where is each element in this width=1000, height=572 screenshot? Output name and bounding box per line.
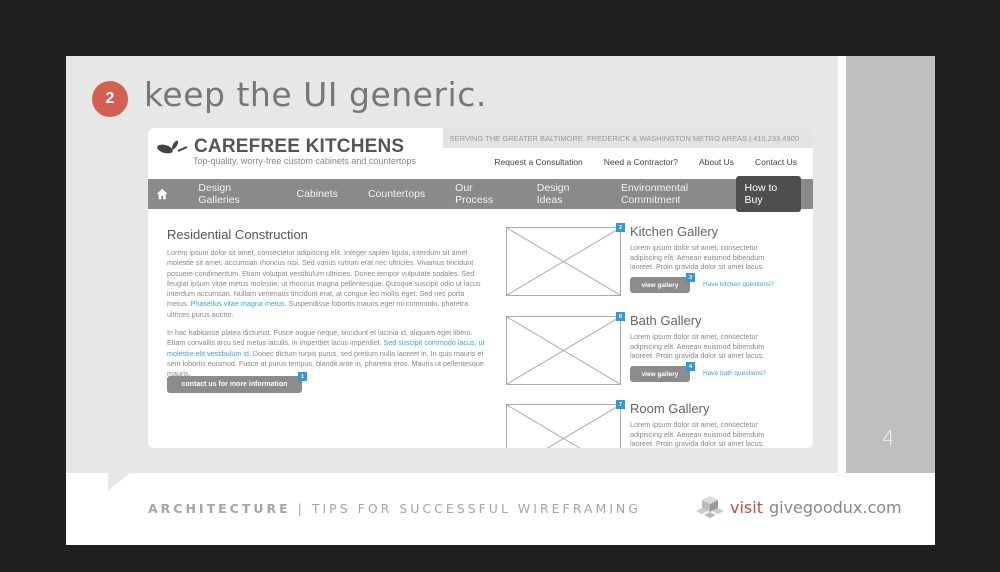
cubes-logo-icon (696, 496, 724, 518)
annotation-badge: 7 (616, 400, 625, 409)
image-placeholder (506, 316, 621, 385)
leaf-logo-icon (157, 140, 188, 154)
annotation-badge: 1 (298, 372, 307, 381)
nav-countertops[interactable]: Countertops (368, 188, 425, 200)
gallery-title: Bath Gallery (630, 313, 702, 328)
step-badge: 2 (92, 81, 128, 117)
utility-nav: Request a Consultation Need a Contractor… (494, 157, 797, 167)
main-nav: Design Galleries Cabinets Countertops Ou… (148, 176, 813, 212)
image-placeholder (506, 404, 621, 448)
gallery-title: Room Gallery (630, 401, 710, 416)
util-about-us[interactable]: About Us (699, 157, 734, 167)
page-number: 4 (882, 426, 895, 450)
nav-design-galleries[interactable]: Design Galleries (198, 182, 266, 206)
side-strip (846, 56, 935, 473)
annotation-badge: 3 (686, 273, 695, 282)
nav-design-ideas[interactable]: Design Ideas (537, 182, 591, 206)
annotation-badge: 6 (616, 312, 625, 321)
gallery-description: Lorem ipsum dolor sit amet, consectetur … (630, 243, 765, 271)
wireframe: SERVING THE GREATER BALTIMORE, FREDERICK… (148, 128, 813, 448)
footer-separator: | (297, 501, 305, 516)
inline-link[interactable]: Phasellus vitae magna metus. (191, 299, 287, 308)
view-gallery-button[interactable]: view gallery (630, 366, 690, 382)
bubble-tail (108, 473, 130, 491)
slide-title: keep the UI generic. (144, 75, 487, 114)
paragraph-2: In hac habitasse platea dictumst. Fusce … (167, 328, 485, 379)
util-contact-us[interactable]: Contact Us (755, 157, 797, 167)
view-gallery-button[interactable]: view gallery (630, 277, 690, 293)
visit-label: visit (730, 497, 763, 517)
main-content: Residential Construction Lorem ipsum dol… (167, 227, 485, 388)
how-to-buy-button[interactable]: How to Buy (735, 176, 801, 212)
nav-cabinets[interactable]: Cabinets (297, 188, 338, 200)
gallery-title: Kitchen Gallery (630, 224, 719, 239)
util-need-contractor[interactable]: Need a Contractor? (604, 157, 678, 167)
nav-our-process[interactable]: Our Process (455, 182, 507, 206)
slide: 4 2 keep the UI generic. SERVING THE GRE… (66, 56, 935, 545)
annotation-badge: 4 (686, 362, 695, 371)
footer-subtitle: TIPS FOR SUCCESSFUL WIREFRAMING (311, 501, 641, 516)
section-heading: Residential Construction (167, 227, 308, 242)
annotation-badge: 2 (616, 223, 625, 232)
footer-section: ARCHITECTURE (148, 501, 291, 516)
util-request-consultation[interactable]: Request a Consultation (494, 157, 582, 167)
home-icon[interactable] (156, 187, 168, 201)
footer-title: ARCHITECTURE | TIPS FOR SUCCESSFUL WIREF… (148, 501, 641, 516)
site-credit: visit givegoodux.com (696, 494, 902, 520)
tagline: Top-quality, worry-free custom cabinets … (193, 156, 416, 166)
questions-link[interactable]: Have kitchen questions? (703, 281, 774, 288)
paragraph-1: Lorem ipsum dolor sit amet, consectetur … (167, 248, 485, 320)
gallery-description: Lorem ipsum dolor sit amet, consectetur … (630, 420, 765, 448)
site-url[interactable]: givegoodux.com (769, 498, 902, 517)
questions-link[interactable]: Have bath questions? (703, 370, 766, 377)
service-area-bar: SERVING THE GREATER BALTIMORE, FREDERICK… (443, 128, 813, 148)
contact-button[interactable]: contact us for more information (167, 376, 302, 393)
logo[interactable]: CAREFREE KITCHENS (156, 136, 404, 158)
nav-environmental-commitment[interactable]: Environmental Commitment (621, 182, 736, 206)
brand-name: CAREFREE KITCHENS (194, 136, 405, 157)
gallery-description: Lorem ipsum dolor sit amet, consectetur … (630, 332, 765, 360)
image-placeholder (506, 227, 621, 296)
